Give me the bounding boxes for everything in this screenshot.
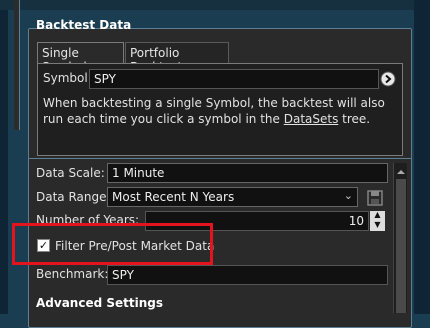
right-background-pane: [414, 0, 430, 314]
panel-title: Backtest Data: [36, 18, 132, 32]
benchmark-label: Benchmark:: [36, 267, 109, 281]
section-divider: [28, 158, 412, 159]
save-icon[interactable]: [366, 189, 384, 207]
highlight-box: [12, 223, 213, 265]
top-background-pane: [0, 0, 430, 10]
data-scale-select[interactable]: 1 Minute: [107, 163, 388, 183]
settings-scrollbar[interactable]: [393, 163, 407, 313]
spin-down-icon[interactable]: ▼: [370, 221, 385, 229]
scroll-up-icon[interactable]: [394, 165, 408, 179]
benchmark-input[interactable]: SPY: [107, 265, 388, 285]
number-of-years-value: 10: [348, 214, 364, 228]
advanced-settings-heading[interactable]: Advanced Settings: [36, 296, 163, 310]
spin-up-icon[interactable]: ▲: [370, 211, 385, 219]
symbol-input[interactable]: SPY: [89, 69, 379, 89]
scrollbar-thumb[interactable]: [396, 179, 406, 313]
arrow-right-circle-icon[interactable]: [380, 71, 396, 87]
data-range-label: Data Range:: [36, 190, 111, 204]
description-text-end: tree.: [338, 112, 371, 126]
data-scale-label: Data Scale:: [36, 166, 105, 180]
single-symbol-description: When backtesting a single Symbol, the ba…: [43, 95, 397, 127]
data-range-select[interactable]: Most Recent N Years ⌄: [107, 187, 358, 207]
data-range-value: Most Recent N Years: [112, 190, 235, 204]
tab-single-symbol[interactable]: Single Symbol: [37, 42, 124, 74]
tab-portfolio-backtest[interactable]: Portfolio Backtest: [125, 42, 229, 74]
left-pane-edge: [14, 0, 20, 130]
chevron-down-icon: ⌄: [343, 189, 353, 202]
symbol-label: Symbol:: [43, 71, 92, 85]
datasets-link: DataSets: [283, 112, 339, 126]
number-of-years-spinner[interactable]: ▲ ▼: [370, 211, 385, 231]
left-background-pane: [0, 0, 8, 314]
